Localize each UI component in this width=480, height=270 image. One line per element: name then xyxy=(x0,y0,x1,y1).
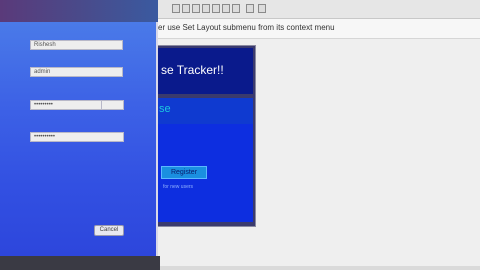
preview-subheader: se xyxy=(153,98,253,124)
preview-title: se Tracker!! xyxy=(161,63,224,77)
toolbar-button[interactable] xyxy=(212,4,220,13)
toolbar-button[interactable] xyxy=(232,4,240,13)
toolbar-button[interactable] xyxy=(258,4,266,13)
form-preview[interactable]: se Tracker!! se Register for new users xyxy=(150,45,256,227)
login-form: Rishesh admin ••••••••• •••••••••• Cance… xyxy=(0,22,158,256)
toolbar-button[interactable] xyxy=(202,4,210,13)
confirm-password-field[interactable]: •••••••••• xyxy=(30,132,124,142)
username-field[interactable]: Rishesh xyxy=(30,40,123,50)
admin-field[interactable]: admin xyxy=(30,67,123,77)
password-value: ••••••••• xyxy=(34,102,53,108)
preview-header: se Tracker!! xyxy=(153,48,253,94)
preview-body: se Register for new users xyxy=(153,98,253,222)
preview-subtitle: se xyxy=(159,103,171,115)
design-canvas[interactable]: se Tracker!! se Register for new users xyxy=(150,39,480,270)
field-divider xyxy=(101,101,102,109)
toolbar-button[interactable] xyxy=(192,4,200,13)
toolbar-button[interactable] xyxy=(246,4,254,13)
preview-note: for new users xyxy=(163,184,194,190)
login-window-titlebar[interactable] xyxy=(0,0,158,22)
designer-window: er use Set Layout submenu from its conte… xyxy=(150,0,480,270)
screen-bottom-edge xyxy=(0,256,160,270)
register-button[interactable]: Register xyxy=(161,166,207,179)
password-field[interactable]: ••••••••• xyxy=(30,100,124,110)
toolbar-button[interactable] xyxy=(222,4,230,13)
layout-hint-text: er use Set Layout submenu from its conte… xyxy=(158,23,335,32)
canvas-divider xyxy=(150,266,480,270)
layout-hint-bar: er use Set Layout submenu from its conte… xyxy=(150,19,480,39)
toolbar-button[interactable] xyxy=(182,4,190,13)
cancel-button[interactable]: Cancel xyxy=(94,225,124,236)
toolbar-button[interactable] xyxy=(172,4,180,13)
designer-toolbar xyxy=(150,0,480,19)
